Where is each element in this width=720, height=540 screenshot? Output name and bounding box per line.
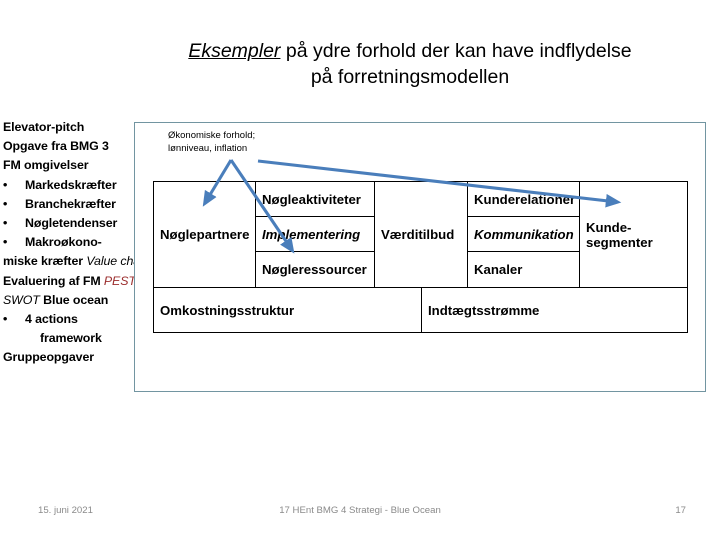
agenda-list: Elevator-pitch Opgave fra BMG 3 FM omgiv…: [3, 118, 155, 368]
agenda-item-framework: framework: [40, 331, 102, 346]
bullet-icon: •: [3, 312, 8, 327]
bullet-icon: •: [3, 177, 8, 192]
footer-page-number: 17: [675, 505, 686, 516]
bmc-cell-customer-relationships: Kunderelationer: [467, 181, 580, 217]
bmc-label: Kommunikation: [474, 226, 574, 242]
agenda-item-label: Makroøkono-: [25, 235, 102, 250]
agenda-item-blue-ocean: Blue ocean: [43, 292, 109, 307]
business-model-canvas: Nøglepartnere Nøgleaktiviteter Implement…: [153, 181, 688, 333]
bmc-cell-key-partners: Nøglepartnere: [153, 181, 256, 288]
agenda-item-opgave-bmg3: Opgave fra BMG 3: [3, 139, 109, 154]
bmc-label: Implementering: [262, 226, 361, 242]
bmc-label: Nøglepartnere: [160, 227, 250, 242]
agenda-item-gruppeopgaver: Gruppeopgaver: [3, 350, 94, 365]
title-emphasis: Eksempler: [188, 40, 281, 62]
bmc-label: Værditilbud: [381, 227, 455, 242]
bmc-cell-implementation: Implementering: [255, 216, 375, 252]
agenda-item-4-actions: • 4 actions: [3, 310, 155, 329]
title-rest: på ydre forhold der kan have indflydelse: [280, 40, 632, 62]
bmc-cell-communication: Kommunikation: [467, 216, 580, 252]
bmc-label: Nøgleaktiviteter: [262, 191, 361, 207]
agenda-item-makrookonomiske: • Makroøkono-: [3, 233, 155, 252]
agenda-item-elevator-pitch: Elevator-pitch: [3, 120, 85, 134]
agenda-item-label: Markedskræfter: [25, 177, 117, 192]
agenda-item-branchekraefter: • Branchekræfter: [3, 195, 155, 214]
bullet-icon: •: [3, 216, 8, 231]
bmc-label: Indtægtsstrømme: [428, 302, 540, 318]
bullet-icon: •: [3, 196, 8, 211]
annotation-line-2: lønniveau, inflation: [168, 142, 248, 154]
bmc-label: Kunderelationer: [474, 191, 576, 207]
agenda-item-fm-omgivelser: FM omgivelser: [3, 158, 89, 173]
bmc-cell-value-proposition: Værditilbud: [374, 181, 468, 288]
bmc-cell-key-resources: Nøgleressourcer: [255, 251, 375, 288]
bullet-icon: •: [3, 235, 8, 250]
bmc-cell-key-activities: Nøgleaktiviteter: [255, 181, 375, 217]
page-title: Eksempler på ydre forhold der kan have i…: [110, 38, 710, 90]
bmc-label: Kunde- segmenter: [586, 219, 653, 250]
agenda-item-label: Branchekræfter: [25, 196, 116, 211]
agenda-item-label: Nøgletendenser: [25, 216, 118, 231]
bmc-cell-customer-segments: Kunde- segmenter: [579, 181, 688, 288]
agenda-item-pest: PEST: [103, 273, 136, 288]
agenda-item-label: 4 actions: [25, 312, 78, 327]
bmc-label: Omkostningsstruktur: [160, 302, 295, 318]
annotation-economic-conditions: Økonomiske forhold; lønniveau, inflation: [168, 130, 255, 155]
agenda-item-evaluering-af-fm: Evaluering af FM: [3, 273, 101, 288]
bmc-label: Nøgleressourcer: [262, 262, 367, 277]
bmc-cell-revenue-streams: Indtægtsstrømme: [421, 287, 688, 333]
slide-footer: 15. juni 2021 17 HEnt BMG 4 Strategi - B…: [0, 505, 720, 527]
bmc-label: Kanaler: [474, 262, 523, 277]
agenda-item-markedskraefter: • Markedskræfter: [3, 176, 155, 195]
title-line-2: på forretningsmodellen: [310, 66, 510, 88]
annotation-line-1: Økonomiske forhold;: [168, 130, 256, 141]
agenda-item-miske-kraefter: miske kræfter: [3, 254, 83, 269]
footer-title: 17 HEnt BMG 4 Strategi - Blue Ocean: [279, 505, 441, 516]
agenda-item-nogletendenser: • Nøgletendenser: [3, 214, 155, 233]
bmc-cell-cost-structure: Omkostningsstruktur: [153, 287, 422, 333]
agenda-item-swot: SWOT: [3, 292, 40, 307]
bmc-cell-channels: Kanaler: [467, 251, 580, 288]
